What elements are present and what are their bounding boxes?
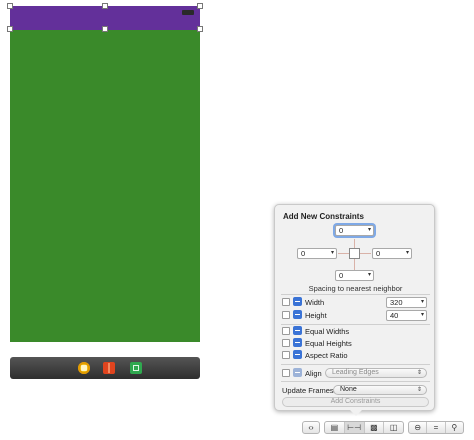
chevron-down-icon[interactable]: ▾ [368,271,371,280]
height-constraint-icon [293,310,302,319]
align-label: Align [305,369,322,378]
equal-widths-checkbox[interactable] [282,327,290,335]
align-icon [293,368,302,377]
zoom-out-icon[interactable]: ⊖ [409,422,426,433]
right-spacing-value: 0 [376,249,381,258]
chevron-down-icon[interactable]: ▾ [421,311,424,320]
toolbar-zoom-group: ⊖ = ⚲ [408,421,464,434]
height-label: Height [305,311,327,320]
zoom-in-icon[interactable]: ⚲ [444,422,463,433]
right-strut[interactable] [360,253,371,254]
add-constraints-popover: Add New Constraints 0 ▾ 0 ▾ 0 ▾ 0 ▾ Spac… [274,204,435,411]
chevron-down-icon[interactable]: ▾ [406,249,409,258]
divider [281,294,430,295]
resize-handle-mid-right[interactable] [197,26,203,32]
aspect-ratio-label: Aspect Ratio [305,351,348,360]
align-icon[interactable]: ▤ [325,422,344,433]
scene-dock [10,357,200,379]
constraint-target-box [349,248,360,259]
exit-icon[interactable] [130,362,142,374]
aspect-ratio-checkbox[interactable] [282,351,290,359]
left-spacing-value: 0 [301,249,306,258]
popover-arrow [350,410,362,416]
spacing-label: Spacing to nearest neighbor [308,284,403,293]
height-checkbox[interactable] [282,311,290,319]
resize-handle-mid-left[interactable] [7,26,13,32]
top-spacing-value: 0 [339,226,344,235]
update-frames-value: None [340,386,357,393]
battery-icon [182,10,194,15]
height-value: 40 [390,311,399,320]
update-frames-select[interactable]: None ⇕ [333,385,427,395]
align-select[interactable]: Leading Edges ⇕ [325,368,427,378]
top-spacing-field[interactable]: 0 ▾ [335,225,374,236]
bottom-spacing-field[interactable]: 0 ▾ [335,270,374,281]
add-constraints-button[interactable]: Add Constraints [282,397,429,407]
resize-handle-mid-middle[interactable] [102,26,108,32]
bottom-strut[interactable] [354,259,355,270]
resizing-icon[interactable]: ◫ [383,422,403,433]
resize-handle-top-right[interactable] [197,3,203,9]
update-frames-label: Update Frames [282,386,334,395]
view-controller-icon[interactable] [78,362,90,374]
width-constraint-icon [293,297,302,306]
equal-heights-icon [293,338,302,347]
chevron-down-icon[interactable]: ▾ [368,226,371,235]
right-spacing-field[interactable]: 0 ▾ [372,248,412,259]
resolve-issues-icon[interactable]: ▩ [363,422,384,433]
resize-handle-top-middle[interactable] [102,3,108,9]
width-value-field[interactable]: 320 ▾ [386,297,427,308]
resize-handle-top-left[interactable] [7,3,13,9]
equal-widths-icon [293,326,302,335]
aspect-ratio-icon [293,350,302,359]
equal-heights-checkbox[interactable] [282,339,290,347]
width-label: Width [305,298,325,307]
width-value: 320 [390,298,403,307]
updown-arrows-icon: ⇕ [416,387,422,393]
chevron-down-icon[interactable]: ▾ [421,298,424,307]
height-value-field[interactable]: 40 ▾ [386,310,427,321]
divider [281,364,430,365]
divider [281,324,430,325]
selected-view[interactable] [10,30,200,342]
divider [281,381,430,382]
embed-icon[interactable]: ‹› [303,422,319,433]
toolbar-embed-group: ‹› [302,421,320,434]
equal-heights-label: Equal Heights [305,339,352,348]
updown-arrows-icon: ⇕ [416,370,422,376]
left-strut[interactable] [338,253,349,254]
first-responder-icon[interactable] [103,362,115,374]
zoom-fit-icon[interactable]: = [426,422,444,433]
storyboard-canvas [7,3,203,342]
chevron-down-icon[interactable]: ▾ [331,249,334,258]
align-checkbox[interactable] [282,369,290,377]
popover-title: Add New Constraints [283,212,364,221]
bottom-spacing-value: 0 [339,271,344,280]
align-value: Leading Edges [332,369,379,376]
toolbar-autolayout-group: ▤ ⊢⊣ ▩ ◫ [324,421,404,434]
equal-widths-label: Equal Widths [305,327,350,336]
width-checkbox[interactable] [282,298,290,306]
pin-icon[interactable]: ⊢⊣ [343,422,364,433]
top-strut[interactable] [354,239,355,248]
left-spacing-field[interactable]: 0 ▾ [297,248,337,259]
